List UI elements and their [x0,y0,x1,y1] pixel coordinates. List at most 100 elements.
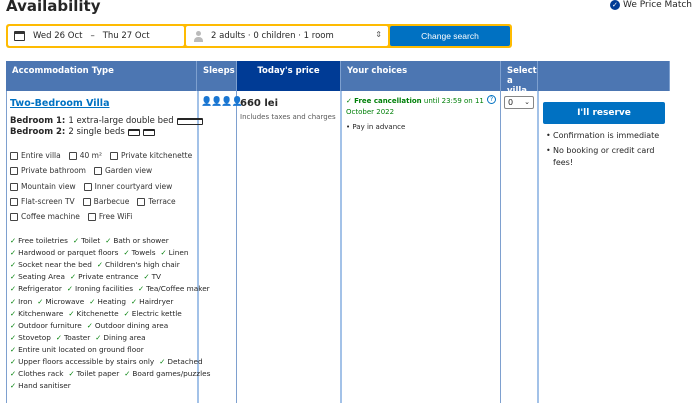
check-icon: ✓ [37,296,44,306]
amenity-item: ✓ Electric kettle [124,309,182,318]
checkin-date: Wed 26 Oct [33,31,83,41]
amenity-item: ✓ Board games/puzzles [124,369,210,378]
amenity-row: ✓ Refrigerator ✓ Ironing facilities ✓ Tea/Cof… [10,284,210,293]
kitchen-icon [109,151,118,160]
amenity-label: Outdoor furniture [18,320,82,330]
feature-row: Mountain view Inner courtyard view [10,182,172,191]
check-icon: ✓ [10,236,17,245]
single-bed-icon [127,128,140,136]
amenity-label: Stovetop [18,332,51,342]
amenity-label: Kitchenware [18,308,64,318]
tv-icon [10,197,18,206]
amenity-item: ✓ Outdoor furniture [10,321,82,330]
amenity-label: Toilet [81,236,101,245]
header-accommodation-type: Accommodation Type [6,61,197,91]
search-bar: Wed 26 Oct – Thu 27 Oct 2 adults · 0 chi… [6,24,512,48]
amenity-label: Iron [18,296,33,306]
bedroom-1: Bedroom 1: 1 extra-large double bed [10,116,203,126]
change-search-button[interactable]: Change search [390,26,510,46]
column-divider [236,91,237,403]
sleeps-occupancy-icons: 👤👤👤👤 [201,97,243,107]
benefit-bullet: Confirmation is immediate [546,130,670,142]
coffee-icon [10,212,18,221]
amenity-item: ✓ Upper floors accessible by stairs only [10,357,154,366]
check-icon: ✓ [10,332,17,342]
feature-item: Private kitchenette [109,151,192,160]
amenity-label: Ironing facilities [75,284,133,294]
amenity-label: Clothes rack [18,369,64,379]
amenity-label: Microwave [45,296,85,306]
checkout-date: Thu 27 Oct [102,31,150,41]
barbecue-icon [82,197,91,206]
feature-row: Private bathroom Garden view [10,166,152,175]
amenity-item: ✓ Entire unit located on ground floor [10,345,144,354]
updown-chevron-icon: ⇕ [375,30,382,39]
check-icon: ✓ [124,369,131,379]
villa-quantity-select[interactable]: 0 ⌄ [504,96,534,109]
amenity-row: ✓ Seating Area ✓ Private entrance ✓ TV [10,272,161,281]
check-icon: ✓ [10,296,17,306]
amenity-item: ✓ Socket near the bed [10,260,92,269]
amenity-label: Board games/puzzles [132,369,211,379]
feature-item: Free WiFi [87,212,132,221]
amenity-label: Refrigerator [18,284,62,294]
amenity-item: ✓ Hand sanitiser [10,381,71,390]
amenity-label: TV [151,272,162,282]
double-bed-icon [176,117,203,125]
check-icon: ✓ [10,272,17,282]
price-match-badge[interactable]: ✓ We Price Match [609,0,692,10]
guest-selector[interactable]: 2 adults · 0 children · 1 room ⇕ [186,26,388,46]
price-note: Includes taxes and charges [240,113,336,121]
amenity-label: Outdoor dining area [94,320,169,330]
room-name-link[interactable]: Two-Bedroom Villa [10,98,109,109]
amenity-item: ✓ Detached [159,357,202,366]
amenity-item: ✓ Dining area [95,333,145,342]
bedroom-2: Bedroom 2: 2 single beds [10,127,155,137]
check-icon: ✓ [96,260,103,270]
check-icon: ✓ [123,248,130,258]
check-icon: ✓ [10,248,17,258]
column-divider [537,91,539,403]
check-icon: ✓ [10,320,17,330]
check-icon: ✓ [160,248,167,258]
amenity-item: ✓ Seating Area [10,272,65,281]
header-sleeps: Sleeps [197,61,237,91]
check-icon: ✓ [123,308,130,318]
amenity-item: ✓ Clothes rack [10,369,64,378]
mountain-icon [10,182,18,191]
date-picker[interactable]: Wed 26 Oct – Thu 27 Oct [8,26,184,46]
check-icon: ✓ [10,308,17,318]
amenity-row: ✓ Iron ✓ Microwave ✓ Heating ✓ Hairdryer [10,297,173,306]
reserve-button[interactable]: I'll reserve [543,102,665,124]
check-icon: ✓ [55,332,62,342]
check-icon: ✓ [95,332,102,342]
price-value: 660 lei [240,98,278,109]
check-icon: ✓ [68,369,75,379]
check-icon: ✓ [89,296,96,306]
check-icon: ✓ [10,284,17,294]
check-shield-icon: ✓ [609,0,620,10]
info-icon[interactable]: ? [487,95,496,104]
feature-item: Mountain view [10,182,76,191]
guests-summary: 2 adults · 0 children · 1 room [211,31,334,41]
amenity-item: ✓ Microwave [37,297,84,306]
amenity-label: Hardwood or parquet floors [18,248,119,258]
amenity-item: ✓ Toilet paper [69,369,120,378]
amenity-row: ✓ Stovetop ✓ Toaster ✓ Dining area [10,333,146,342]
amenity-item: ✓ Toaster [56,333,90,342]
amenity-item: ✓ Linen [161,248,189,257]
amenity-item: ✓ Private entrance [70,272,138,281]
feature-item: 40 m² [68,151,102,160]
calendar-icon [14,31,25,41]
amenity-item: ✓ Iron [10,297,32,306]
header-todays-price: Today's price [237,61,341,91]
amenity-row: ✓ Hand sanitiser [10,381,71,390]
bedroom-1-label: Bedroom 1: [10,116,66,126]
bedroom-1-text: 1 extra-large double bed [68,116,174,126]
feature-item: Flat-screen TV [10,197,75,206]
check-icon: ✓ [72,236,80,245]
amenity-row: ✓ Upper floors accessible by stairs only ✓… [10,357,203,366]
check-icon: ✓ [10,369,17,379]
check-icon: ✓ [105,236,112,245]
check-icon: ✓ [159,357,166,366]
